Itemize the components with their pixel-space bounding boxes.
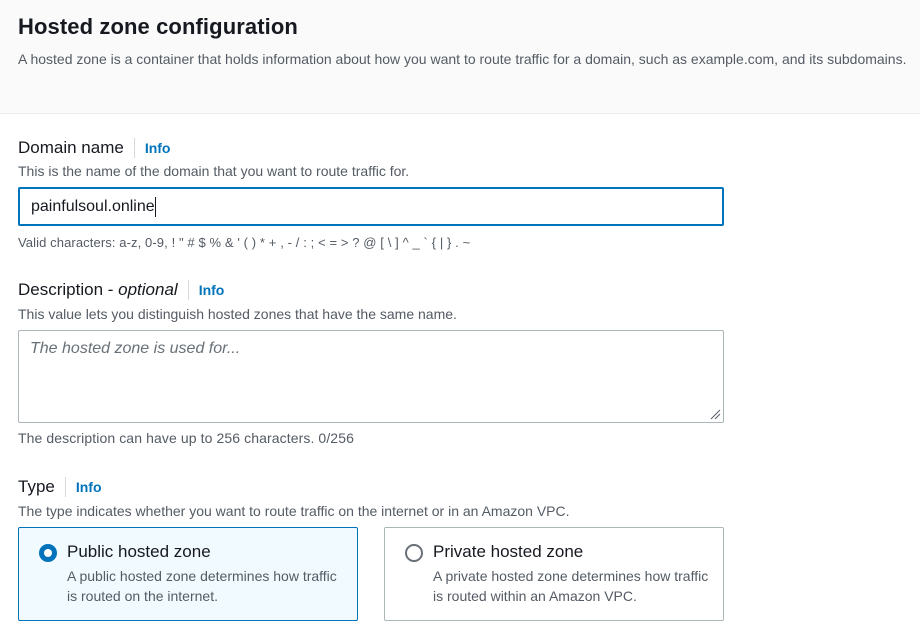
label-divider: [187, 280, 189, 300]
description-info-link[interactable]: Info: [199, 282, 225, 298]
section-header: Hosted zone configuration A hosted zone …: [0, 0, 920, 114]
public-hosted-zone-tile[interactable]: Public hosted zone A public hosted zone …: [18, 527, 358, 621]
type-label-row: Type Info: [18, 476, 102, 498]
text-caret: [154, 196, 156, 217]
domain-valid-characters-hint: Valid characters: a-z, 0-9, ! " # $ % & …: [18, 235, 471, 250]
private-hosted-zone-description: A private hosted zone determines how tra…: [433, 568, 709, 604]
radio-selected-icon[interactable]: [39, 544, 57, 562]
private-hosted-zone-title: Private hosted zone: [433, 542, 584, 561]
label-divider: [64, 477, 66, 497]
domain-name-input[interactable]: painfulsoul.online: [18, 187, 724, 226]
label-divider: [133, 138, 135, 158]
section-title: Hosted zone configuration: [18, 14, 298, 39]
public-hosted-zone-description: A public hosted zone determines how traf…: [67, 568, 337, 604]
domain-info-link[interactable]: Info: [145, 140, 171, 156]
description-field-description: This value lets you distinguish hosted z…: [18, 306, 457, 322]
type-description: The type indicates whether you want to r…: [18, 503, 570, 519]
domain-name-value: painfulsoul.online: [31, 197, 155, 215]
description-char-count-hint: The description can have up to 256 chara…: [18, 430, 354, 446]
section-description: A hosted zone is a container that holds …: [18, 51, 907, 67]
description-label-row: Description - optional Info: [18, 279, 224, 301]
private-hosted-zone-tile[interactable]: Private hosted zone A private hosted zon…: [384, 527, 724, 621]
domain-label: Domain name: [18, 138, 124, 157]
description-placeholder: The hosted zone is used for...: [30, 340, 241, 357]
resize-handle-icon[interactable]: [709, 408, 721, 420]
public-hosted-zone-title: Public hosted zone: [67, 542, 211, 561]
description-label: Description - optional: [18, 280, 178, 299]
description-textarea[interactable]: The hosted zone is used for...: [18, 330, 724, 423]
domain-description: This is the name of the domain that you …: [18, 163, 410, 179]
type-label: Type: [18, 477, 55, 496]
radio-unselected-icon[interactable]: [405, 544, 423, 562]
domain-label-row: Domain name Info: [18, 137, 170, 159]
type-info-link[interactable]: Info: [76, 479, 102, 495]
